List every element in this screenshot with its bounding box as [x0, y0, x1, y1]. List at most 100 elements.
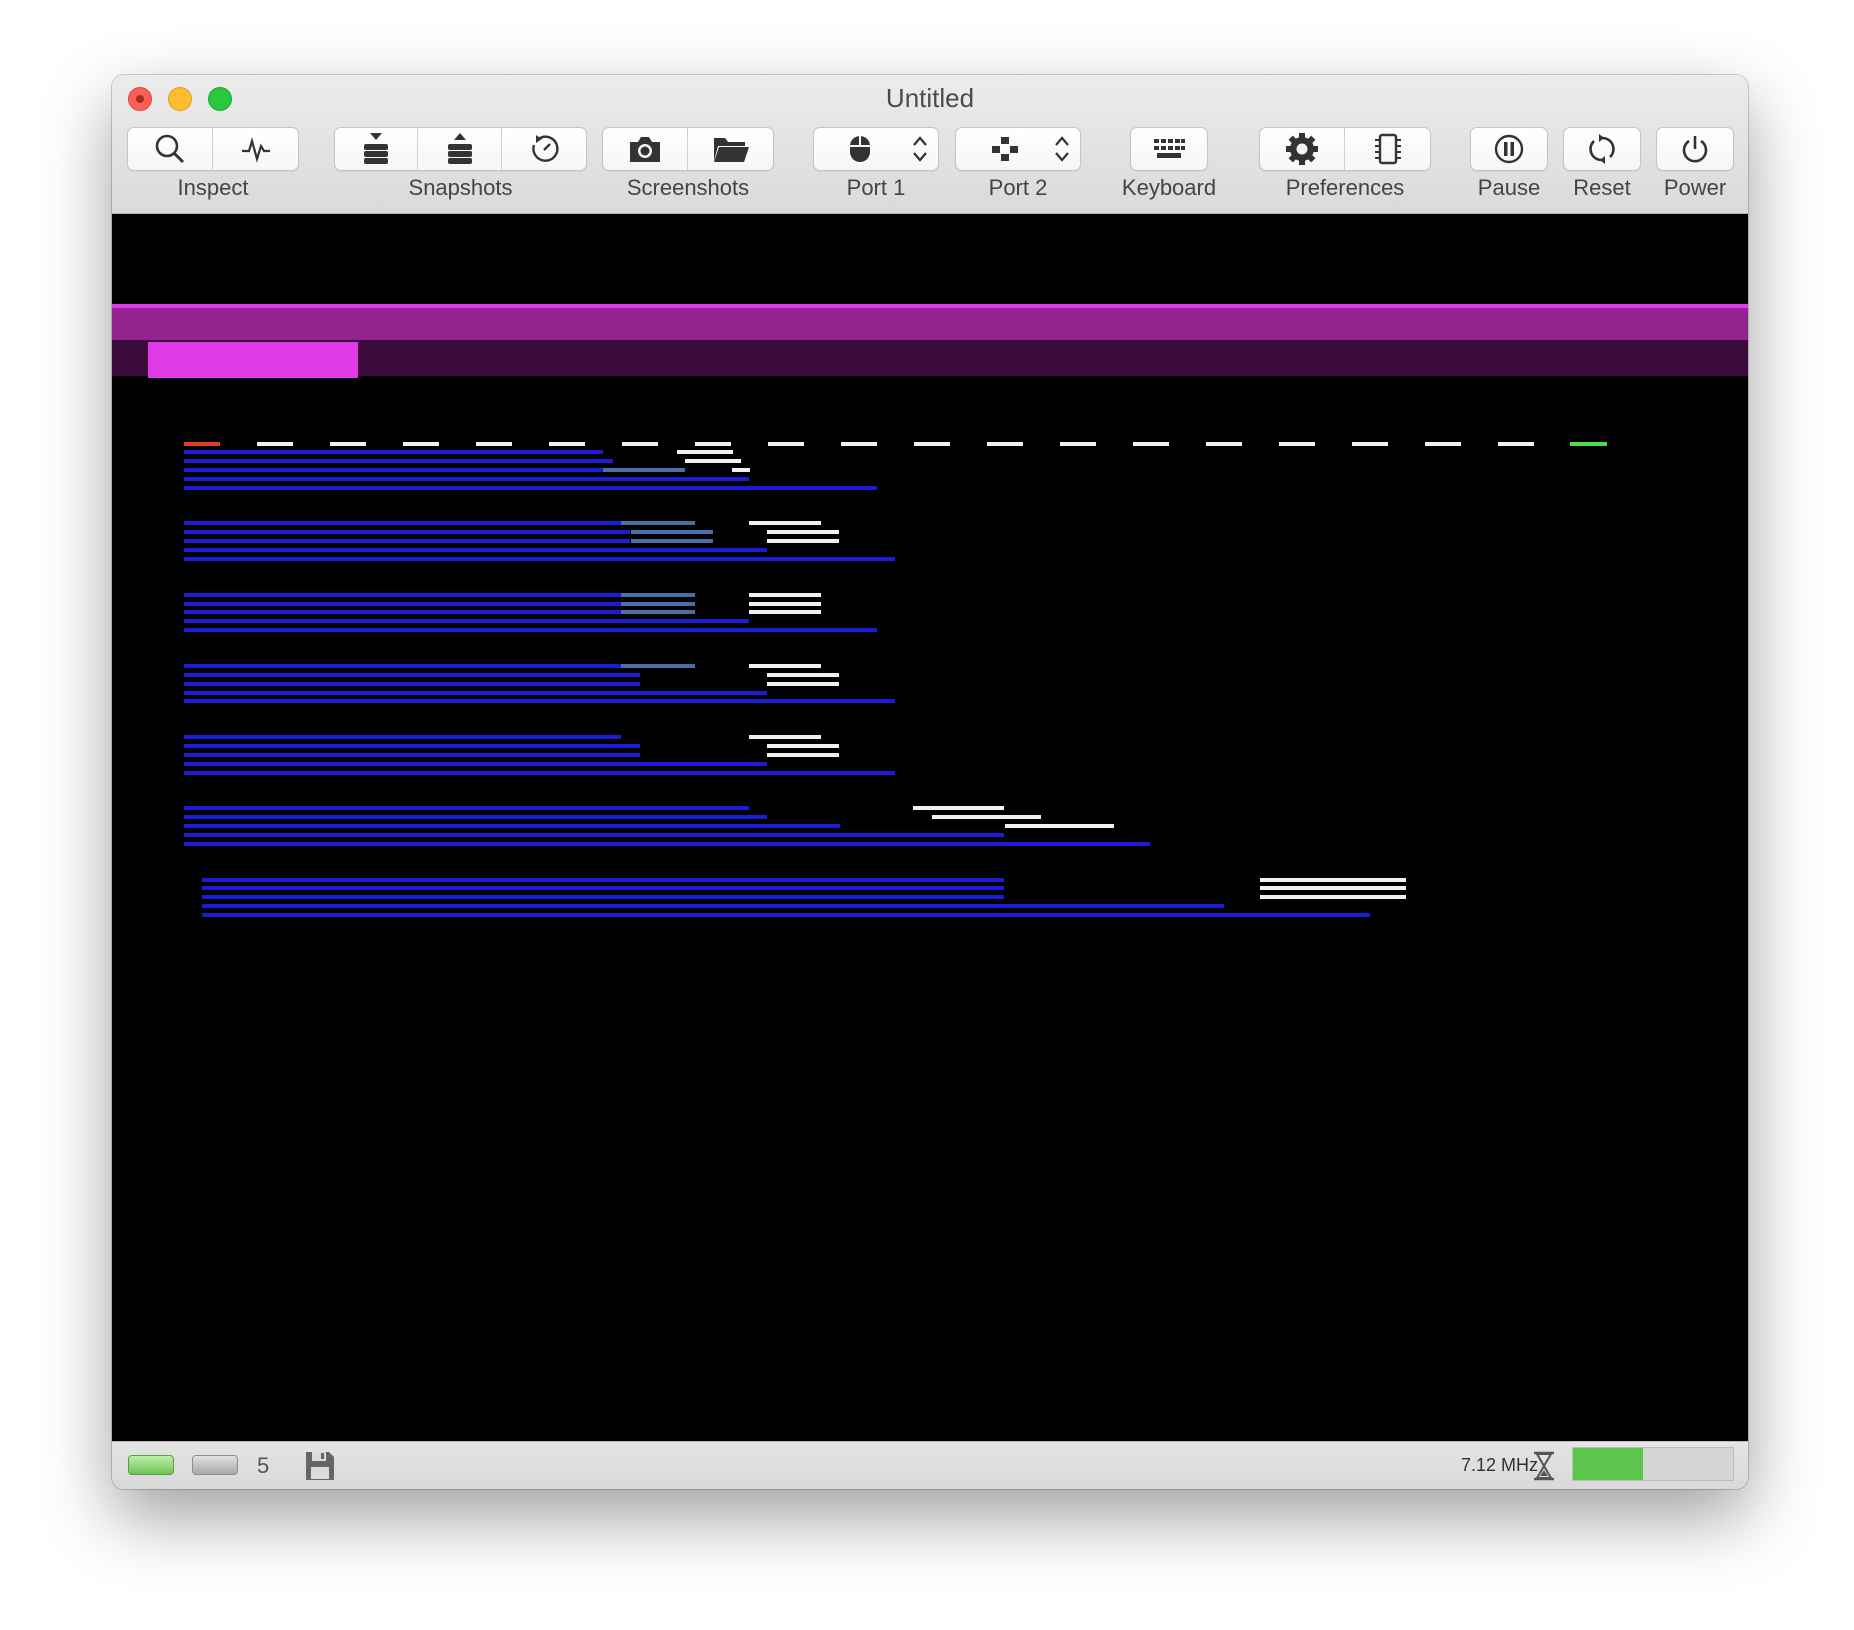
- marker-white: [914, 442, 950, 446]
- power-label: Power: [1663, 175, 1727, 200]
- raster-line-white: [1260, 895, 1406, 899]
- raster-line-white: [749, 735, 821, 739]
- pause-button[interactable]: [1470, 127, 1548, 171]
- raster-line-blue: [184, 628, 877, 632]
- port2-popup[interactable]: [955, 127, 1081, 171]
- raster-line-blue: [184, 699, 895, 703]
- updown-chevron-icon: [913, 136, 927, 162]
- snapshot-restore-button[interactable]: [418, 128, 502, 170]
- monitor-button[interactable]: [213, 128, 298, 170]
- raster-line-blue: [202, 913, 1370, 917]
- raster-line-white: [749, 593, 821, 597]
- magnifier-icon: [155, 134, 185, 164]
- snapshot-restore-icon: [447, 133, 472, 164]
- raster-line-white: [1260, 886, 1406, 890]
- emulator-screen[interactable]: [112, 214, 1748, 1441]
- port2-popup-content[interactable]: [956, 128, 1080, 170]
- updown-chevron-icon: [1055, 136, 1069, 162]
- raster-line-white: [685, 459, 741, 463]
- marker-white: [476, 442, 512, 446]
- camera-icon: [630, 137, 660, 162]
- drive-led-green[interactable]: [128, 1455, 174, 1475]
- port1-popup-content[interactable]: [814, 128, 938, 170]
- window-title: Untitled: [885, 83, 975, 113]
- inspect-button[interactable]: [128, 128, 213, 170]
- marker-white: [403, 442, 439, 446]
- marker-white: [330, 442, 366, 446]
- reset-icon: [1589, 134, 1615, 164]
- raster-line-blue: [184, 619, 749, 623]
- raster-line-blue: [184, 459, 613, 463]
- snapshot-save-icon: [364, 133, 389, 164]
- raster-line-steel: [621, 664, 695, 668]
- drive-count: 5: [257, 1453, 270, 1478]
- keyboard-label: Keyboard: [1121, 175, 1217, 200]
- marker-white: [768, 442, 804, 446]
- preferences-button[interactable]: [1260, 128, 1345, 170]
- raster-line-steel: [621, 610, 695, 614]
- drive-led-gray[interactable]: [192, 1455, 238, 1475]
- reset-label: Reset: [1573, 175, 1631, 200]
- floppy-disk-icon[interactable]: [304, 1450, 336, 1482]
- raster-line-blue: [184, 735, 621, 739]
- hourglass-icon[interactable]: [1532, 1451, 1556, 1481]
- raster-line-steel: [603, 468, 685, 472]
- raster-line-blue: [184, 771, 895, 775]
- marker-white: [1425, 442, 1461, 446]
- snapshot-save-button[interactable]: [335, 128, 419, 170]
- clock-frequency: 7.12 MHz: [1460, 1455, 1538, 1475]
- port1-popup[interactable]: [813, 127, 939, 171]
- raster-line-white: [767, 539, 839, 543]
- raster-line-white: [1005, 824, 1114, 828]
- title-bar: Untitled Inspect Snapshots Screenshots P…: [112, 75, 1748, 214]
- pause-button-content[interactable]: [1471, 128, 1547, 170]
- marker-white: [257, 442, 293, 446]
- raster-line-white: [749, 610, 821, 614]
- marker-white: [1279, 442, 1315, 446]
- magenta-block: [148, 342, 358, 378]
- raster-line-blue: [184, 806, 749, 810]
- raster-line-blue: [184, 744, 640, 748]
- raster-line-blue: [184, 477, 749, 481]
- chip-icon: [1374, 133, 1401, 165]
- snapshot-timer-button[interactable]: [502, 128, 586, 170]
- raster-line-blue: [184, 530, 630, 534]
- configuration-button[interactable]: [1345, 128, 1430, 170]
- marker-white: [841, 442, 877, 446]
- preferences-label: Preferences: [1285, 175, 1405, 200]
- raster-line-steel: [631, 539, 713, 543]
- pause-label: Pause: [1477, 175, 1541, 200]
- raster-line-blue: [184, 682, 640, 686]
- raster-line-steel: [621, 521, 695, 525]
- mouse-icon: [850, 136, 870, 162]
- raster-line-white: [767, 744, 839, 748]
- raster-line-white: [1260, 878, 1406, 882]
- raster-line-white: [749, 664, 821, 668]
- power-button-content[interactable]: [1657, 128, 1733, 170]
- reset-button-content[interactable]: [1564, 128, 1640, 170]
- port2-label: Port 2: [988, 175, 1048, 200]
- open-screenshots-button[interactable]: [688, 128, 773, 170]
- marker-white: [1133, 442, 1169, 446]
- marker-white: [987, 442, 1023, 446]
- raster-line-blue: [184, 691, 767, 695]
- keyboard-button[interactable]: [1130, 127, 1208, 171]
- snapshots-group: [334, 127, 587, 171]
- screenshots-group: [602, 127, 774, 171]
- marker-white: [1498, 442, 1534, 446]
- power-button[interactable]: [1656, 127, 1734, 171]
- raster-line-blue: [184, 539, 630, 543]
- status-bar: 5 7.12 MHz: [112, 1441, 1748, 1489]
- raster-line-blue: [184, 815, 767, 819]
- take-screenshot-button[interactable]: [603, 128, 688, 170]
- pulse-icon: [241, 137, 270, 163]
- raster-line-white: [932, 815, 1041, 819]
- raster-line-white: [677, 450, 733, 454]
- raster-line-white: [732, 468, 750, 472]
- raster-line-blue: [184, 602, 621, 606]
- reset-button[interactable]: [1563, 127, 1641, 171]
- keyboard-button-content[interactable]: [1131, 128, 1207, 170]
- raster-line-blue: [184, 521, 621, 525]
- raster-line-blue: [184, 610, 621, 614]
- raster-line-white: [767, 682, 839, 686]
